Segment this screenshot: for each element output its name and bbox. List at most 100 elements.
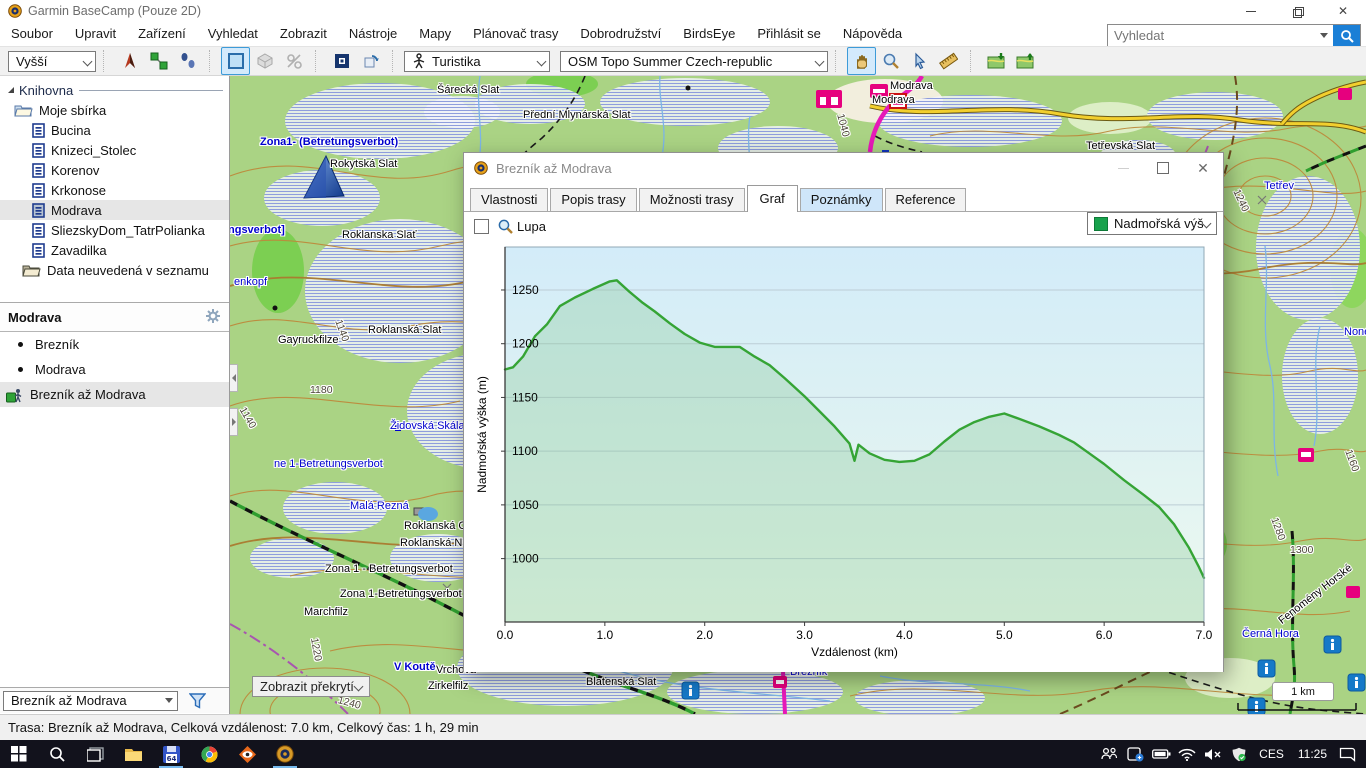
status-text: Trasa: Brezník až Modrava, Celková vzdál…	[8, 720, 479, 735]
menu-soubor[interactable]: Soubor	[0, 22, 64, 46]
tree-item-knizeci-stolec[interactable]: Knizeci_Stolec	[0, 140, 229, 160]
pan-tool-button[interactable]	[847, 47, 876, 75]
dialog-minimize-button[interactable]	[1103, 153, 1143, 183]
import-map-button[interactable]	[982, 47, 1011, 75]
library-header[interactable]: Knihovna	[0, 80, 229, 100]
transparency-button[interactable]	[279, 47, 308, 75]
search-dropdown-arrow[interactable]	[1315, 25, 1333, 46]
menu-dobrodru-stv[interactable]: Dobrodružství	[569, 22, 672, 46]
x-tick-label: 7.0	[1196, 628, 1213, 642]
new-waypoint-button[interactable]	[115, 47, 144, 75]
clock[interactable]: 11:25	[1291, 747, 1334, 761]
sidebar-expand-handle[interactable]	[230, 408, 238, 436]
dropdown-arrow-icon	[165, 698, 173, 703]
language-indicator[interactable]: CES	[1252, 747, 1291, 761]
menu-n-stroje[interactable]: Nástroje	[338, 22, 408, 46]
dialog-title: Brezník až Modrava	[496, 161, 612, 176]
tree-item-modrava[interactable]: Modrava	[0, 200, 229, 220]
refresh-map-button[interactable]	[356, 47, 385, 75]
menu-zobrazit[interactable]: Zobrazit	[269, 22, 338, 46]
taskbar-search-button[interactable]	[38, 740, 76, 768]
export-map-button[interactable]	[1011, 47, 1040, 75]
zoom-tool-button[interactable]	[876, 47, 905, 75]
measure-tool-button[interactable]	[934, 47, 963, 75]
list-item-modrava[interactable]: Modrava	[0, 357, 229, 382]
map-product-select[interactable]: OSM Topo Summer Czech-republic	[560, 51, 828, 72]
view-3d-button[interactable]	[250, 47, 279, 75]
dialog-title-bar[interactable]: Brezník až Modrava ✕	[464, 153, 1223, 183]
search-button[interactable]	[1333, 25, 1360, 46]
volume-muted-icon[interactable]	[1200, 740, 1226, 768]
menu-vyhledat[interactable]: Vyhledat	[197, 22, 269, 46]
task-view-button[interactable]	[76, 740, 114, 768]
tab-graf[interactable]: Graf	[747, 185, 798, 212]
wifi-icon[interactable]	[1174, 740, 1200, 768]
menu-p-ihl-sit-se[interactable]: Přihlásit se	[746, 22, 832, 46]
refresh-map-icon	[362, 52, 380, 70]
list-item-brezn-k[interactable]: Brezník	[0, 332, 229, 357]
battery-icon[interactable]	[1148, 740, 1174, 768]
sync-app-icon[interactable]	[1122, 740, 1148, 768]
sidebar-collapse-handle[interactable]	[230, 364, 238, 392]
menu-birdseye[interactable]: BirdsEye	[672, 22, 746, 46]
view-2d-button[interactable]	[221, 47, 250, 75]
dialog-maximize-button[interactable]	[1143, 153, 1183, 183]
menu-n-pov-da[interactable]: Nápověda	[832, 22, 913, 46]
gear-icon[interactable]	[205, 308, 221, 327]
funnel-icon	[189, 693, 206, 709]
defender-shield-icon[interactable]	[1226, 740, 1252, 768]
tab-mo-nosti-trasy[interactable]: Možnosti trasy	[639, 188, 745, 211]
select-tool-button[interactable]	[905, 47, 934, 75]
tree-item-sliezskydom-tatrpolianka[interactable]: SliezskyDom_TatrPolianka	[0, 220, 229, 240]
list-item-brezn-k-a-modrava[interactable]: Brezník až Modrava	[0, 382, 229, 407]
menu-upravit[interactable]: Upravit	[64, 22, 127, 46]
tree-item-zavadilka[interactable]: Zavadilka	[0, 240, 229, 260]
start-button[interactable]	[0, 740, 38, 768]
close-button[interactable]: ✕	[1320, 0, 1366, 22]
detail-level-select[interactable]: Vyšší	[8, 51, 96, 72]
filter-combo-value: Brezník až Modrava	[11, 693, 127, 708]
file-explorer-button[interactable]	[114, 740, 152, 768]
show-overlay-dropdown[interactable]: Zobrazit překrytí	[252, 676, 370, 697]
x-tick-label: 4.0	[896, 628, 913, 642]
activity-select[interactable]: Turistika	[404, 51, 550, 72]
new-route-button[interactable]	[144, 47, 173, 75]
document-icon	[32, 143, 45, 158]
tree-item-krkonose[interactable]: Krkonose	[0, 180, 229, 200]
map-label-tet-ev: Tetřev	[1264, 180, 1294, 192]
unlisted-data-folder[interactable]: Data neuvedená v seznamu	[0, 260, 229, 280]
chrome-button[interactable]	[190, 740, 228, 768]
item-filter-combo[interactable]: Brezník až Modrava	[3, 691, 178, 711]
tree-item-label: SliezskyDom_TatrPolianka	[51, 223, 205, 238]
map-label-enkopf: enkopf	[234, 276, 267, 288]
dialog-close-button[interactable]: ✕	[1183, 153, 1223, 183]
menu-mapy[interactable]: Mapy	[408, 22, 462, 46]
action-center-icon[interactable]	[1334, 740, 1360, 768]
commander-app-button[interactable]: 64	[152, 740, 190, 768]
tab-popis-trasy[interactable]: Popis trasy	[550, 188, 636, 211]
tree-item-bucina[interactable]: Bucina	[0, 120, 229, 140]
tab-reference[interactable]: Reference	[885, 188, 967, 211]
menu-pl-nova-trasy[interactable]: Plánovač trasy	[462, 22, 569, 46]
compass-icon	[121, 52, 139, 70]
lupa-checkbox[interactable]	[474, 219, 489, 234]
basecamp-taskbar-button[interactable]	[266, 740, 304, 768]
collection-folder[interactable]: Moje sbírka	[0, 100, 229, 120]
restore-button[interactable]	[1274, 0, 1320, 22]
map-label-roklansk-slat: Roklanská Slat	[368, 324, 441, 336]
tab-pozn-mky[interactable]: Poznámky	[800, 188, 883, 211]
toolbar-separator	[103, 50, 110, 72]
new-track-button[interactable]	[173, 47, 202, 75]
center-map-button[interactable]	[327, 47, 356, 75]
menu-za-zen[interactable]: Zařízení	[127, 22, 197, 46]
viewer-app-button[interactable]	[228, 740, 266, 768]
search-box[interactable]	[1107, 24, 1361, 47]
tree-item-korenov[interactable]: Korenov	[0, 160, 229, 180]
search-input[interactable]	[1108, 25, 1315, 46]
minimize-button[interactable]	[1228, 0, 1274, 22]
chart-series-select[interactable]: Nadmořská výšk	[1087, 212, 1217, 235]
eye-app-icon	[239, 746, 256, 763]
filter-button[interactable]	[182, 690, 212, 712]
people-icon[interactable]	[1096, 740, 1122, 768]
tab-vlastnosti[interactable]: Vlastnosti	[470, 188, 548, 211]
